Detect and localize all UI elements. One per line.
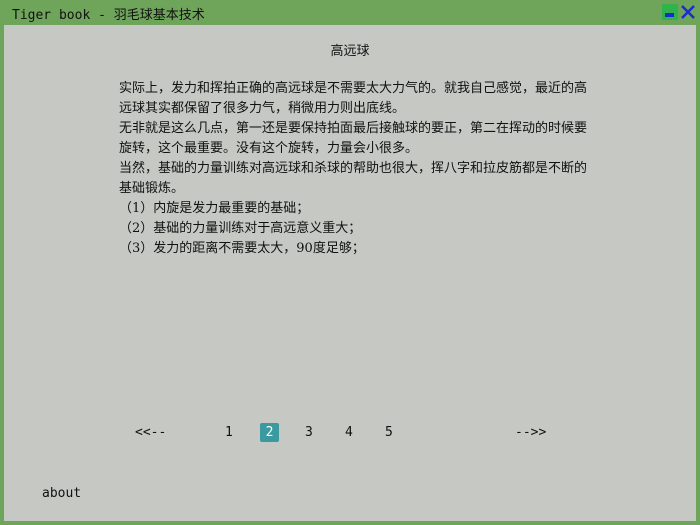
page-link-2-current[interactable]: 2 bbox=[260, 423, 279, 442]
pagination: <<-- 1 2 3 4 5 -->> bbox=[4, 423, 696, 445]
window-title: Tiger book - 羽毛球基本技术 bbox=[12, 8, 205, 23]
close-icon bbox=[681, 5, 695, 19]
page-link-1[interactable]: 1 bbox=[225, 425, 233, 440]
paragraph: 当然，基础的力量训练对高远球和杀球的帮助也很大，挥八字和拉皮筋都是不断的基础锻炼… bbox=[119, 161, 588, 196]
paragraph: 实际上，发力和挥拍正确的高远球是不需要太大力气的。就我自己感觉，最近的高远球其实… bbox=[119, 81, 588, 116]
title-bar: Tiger book - 羽毛球基本技术 bbox=[0, 0, 700, 25]
minimize-button[interactable] bbox=[662, 4, 678, 20]
about-link[interactable]: about bbox=[42, 486, 81, 501]
prev-page-button[interactable]: <<-- bbox=[135, 425, 166, 440]
list-item: （2）基础的力量训练对于高远意义重大； bbox=[119, 221, 362, 236]
window-controls bbox=[662, 4, 696, 20]
next-page-button[interactable]: -->> bbox=[515, 425, 546, 440]
list-item: （1）内旋是发力最重要的基础； bbox=[119, 201, 310, 216]
article-body: 实际上，发力和挥拍正确的高远球是不需要太大力气的。就我自己感觉，最近的高远球其实… bbox=[119, 79, 589, 259]
paragraph: 无非就是这么几点，第一还是要保持拍面最后接触球的要正，第二在挥动的时候要旋转，这… bbox=[119, 121, 588, 156]
close-button[interactable] bbox=[680, 4, 696, 20]
page-link-4[interactable]: 4 bbox=[345, 425, 353, 440]
page-link-3[interactable]: 3 bbox=[305, 425, 313, 440]
article-title: 高远球 bbox=[330, 44, 370, 59]
list-item: （3）发力的距离不需要太大，90度足够； bbox=[119, 241, 365, 256]
content-area: 高远球 实际上，发力和挥拍正确的高远球是不需要太大力气的。就我自己感觉，最近的高… bbox=[4, 25, 696, 521]
page-link-5[interactable]: 5 bbox=[385, 425, 393, 440]
